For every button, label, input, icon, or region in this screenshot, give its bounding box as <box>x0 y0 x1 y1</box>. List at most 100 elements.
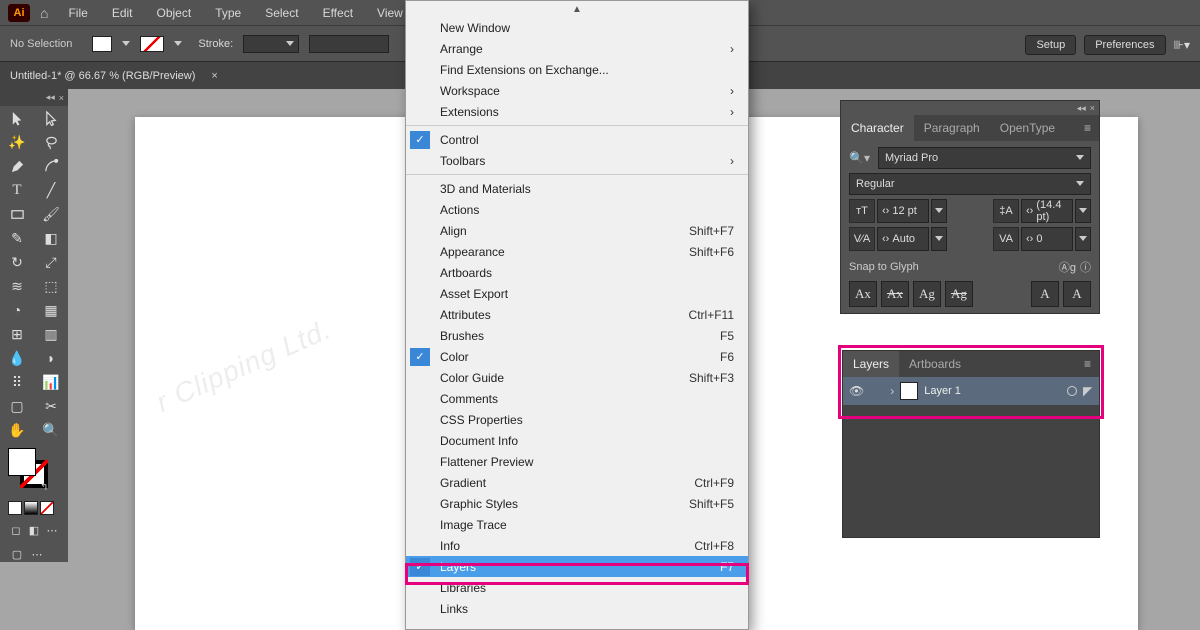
line-tool[interactable]: ╱ <box>34 178 68 202</box>
search-icon[interactable]: 🔍▾ <box>849 151 870 165</box>
rotate-tool[interactable]: ↻ <box>0 250 34 274</box>
menu-item-extensions[interactable]: Extensions› <box>406 101 748 122</box>
type-tool[interactable]: T <box>0 178 34 202</box>
document-tab[interactable]: Untitled-1* @ 66.67 % (RGB/Preview) × <box>10 70 218 82</box>
tracking-input[interactable]: ‹› 0 <box>1021 227 1073 251</box>
menu-item-new-window[interactable]: New Window <box>406 17 748 38</box>
selection-tool[interactable] <box>0 106 34 130</box>
width-tool[interactable]: ≋ <box>0 274 34 298</box>
menu-item-document-info[interactable]: Document Info <box>406 430 748 451</box>
layer-row[interactable]: 👁 › Layer 1 ◤ <box>843 377 1099 405</box>
menu-item-toolbars[interactable]: Toolbars› <box>406 150 748 171</box>
snap-info-icon[interactable]: ⓘ <box>1080 259 1091 275</box>
menu-item-3d-and-materials[interactable]: 3D and Materials <box>406 178 748 199</box>
menu-item-align[interactable]: AlignShift+F7 <box>406 220 748 241</box>
glyph-snap-button-5[interactable]: A <box>1063 281 1091 307</box>
menu-edit[interactable]: Edit <box>102 2 143 24</box>
curvature-tool[interactable] <box>34 154 68 178</box>
menu-item-color[interactable]: ✓ColorF6 <box>406 346 748 367</box>
menu-item-layers[interactable]: ✓LayersF7 <box>406 556 748 577</box>
tracking-dropdown[interactable] <box>1075 227 1091 251</box>
menu-item-css-properties[interactable]: CSS Properties <box>406 409 748 430</box>
draw-inside-button[interactable]: ⋯ <box>44 521 60 539</box>
eraser-tool[interactable]: ◧ <box>34 226 68 250</box>
glyph-snap-button-3[interactable]: Ag <box>945 281 973 307</box>
tab-paragraph[interactable]: Paragraph <box>914 115 990 141</box>
menu-item-gradient[interactable]: GradientCtrl+F9 <box>406 472 748 493</box>
perspective-tool[interactable]: ▦ <box>34 298 68 322</box>
fill-swatch[interactable] <box>92 36 112 52</box>
slice-tool[interactable]: ✂ <box>34 394 68 418</box>
menu-select[interactable]: Select <box>255 2 308 24</box>
font-style-select[interactable]: Regular <box>849 173 1091 195</box>
screen-mode-button[interactable]: ▢ <box>8 545 26 563</box>
draw-normal-button[interactable]: ◻ <box>8 521 24 539</box>
menu-type[interactable]: Type <box>205 2 251 24</box>
gradient-mode-button[interactable] <box>24 501 38 515</box>
magic-wand-tool[interactable]: ✨ <box>0 130 34 154</box>
menu-item-asset-export[interactable]: Asset Export <box>406 283 748 304</box>
tab-character[interactable]: Character <box>841 115 914 141</box>
pen-tool[interactable] <box>0 154 34 178</box>
fill-color-swatch[interactable] <box>8 448 36 476</box>
panel-menu-icon[interactable]: ≡ <box>1084 357 1099 371</box>
edit-toolbar-button[interactable]: ⋯ <box>28 545 46 563</box>
tab-layers[interactable]: Layers <box>843 351 899 377</box>
none-mode-button[interactable] <box>40 501 54 515</box>
eyedropper-tool[interactable]: 💧 <box>0 346 34 370</box>
collapse-icon[interactable]: ◂◂ <box>1077 103 1086 114</box>
panel-menu-icon[interactable]: ≡ <box>1084 121 1099 135</box>
menu-object[interactable]: Object <box>147 2 202 24</box>
zoom-tool[interactable]: 🔍 <box>34 418 68 442</box>
menu-item-brushes[interactable]: BrushesF5 <box>406 325 748 346</box>
close-icon[interactable]: × <box>59 93 64 103</box>
menu-item-attributes[interactable]: AttributesCtrl+F11 <box>406 304 748 325</box>
rectangle-tool[interactable] <box>0 202 34 226</box>
shaper-tool[interactable]: ✎ <box>0 226 34 250</box>
menu-item-comments[interactable]: Comments <box>406 388 748 409</box>
free-transform-tool[interactable]: ⬚ <box>34 274 68 298</box>
menu-item-links[interactable]: Links <box>406 598 748 619</box>
draw-behind-button[interactable]: ◧ <box>26 521 42 539</box>
glyph-snap-button-0[interactable]: Ax <box>849 281 877 307</box>
menu-item-artboards[interactable]: Artboards <box>406 262 748 283</box>
document-setup-button[interactable]: Setup <box>1025 35 1076 55</box>
stroke-dropdown-icon[interactable] <box>174 41 182 47</box>
collapse-icon[interactable]: ◂◂ <box>46 92 55 103</box>
font-size-input[interactable]: ‹› 12 pt <box>877 199 929 223</box>
snap-ag-icon[interactable]: Ⓐg <box>1059 259 1076 275</box>
menu-item-graphic-styles[interactable]: Graphic StylesShift+F5 <box>406 493 748 514</box>
leading-dropdown[interactable] <box>1075 199 1091 223</box>
artboard-tool[interactable]: ▢ <box>0 394 34 418</box>
kerning-dropdown[interactable] <box>931 227 947 251</box>
symbol-sprayer-tool[interactable]: ⠿ <box>0 370 34 394</box>
glyph-snap-button-2[interactable]: Ag <box>913 281 941 307</box>
menu-item-appearance[interactable]: AppearanceShift+F6 <box>406 241 748 262</box>
stroke-weight-input[interactable] <box>243 35 299 53</box>
menu-item-image-trace[interactable]: Image Trace <box>406 514 748 535</box>
tab-opentype[interactable]: OpenType <box>990 115 1065 141</box>
layer-name[interactable]: Layer 1 <box>924 385 961 397</box>
align-icon[interactable]: ⊪▾ <box>1174 38 1190 52</box>
font-family-select[interactable]: Myriad Pro <box>878 147 1091 169</box>
visibility-icon[interactable]: 👁 <box>849 384 864 398</box>
preferences-button[interactable]: Preferences <box>1084 35 1165 55</box>
paintbrush-tool[interactable]: 🖌 <box>34 202 68 226</box>
glyph-snap-button-4[interactable]: A <box>1031 281 1059 307</box>
close-tab-icon[interactable]: × <box>211 70 217 82</box>
direct-selection-tool[interactable] <box>34 106 68 130</box>
blend-tool[interactable]: ◗ <box>34 346 68 370</box>
graph-tool[interactable]: 📊 <box>34 370 68 394</box>
close-icon[interactable]: × <box>1090 103 1095 113</box>
font-size-dropdown[interactable] <box>931 199 947 223</box>
menu-item-arrange[interactable]: Arrange› <box>406 38 748 59</box>
gradient-tool[interactable]: ▥ <box>34 322 68 346</box>
glyph-snap-button-1[interactable]: Ax <box>881 281 909 307</box>
menu-item-libraries[interactable]: Libraries <box>406 577 748 598</box>
swap-fill-stroke-icon[interactable]: ↰ <box>40 482 92 493</box>
lasso-tool[interactable] <box>34 130 68 154</box>
menu-file[interactable]: File <box>58 2 97 24</box>
leading-input[interactable]: ‹› (14.4 pt) <box>1021 199 1073 223</box>
hand-tool[interactable]: ✋ <box>0 418 34 442</box>
menu-item-workspace[interactable]: Workspace› <box>406 80 748 101</box>
